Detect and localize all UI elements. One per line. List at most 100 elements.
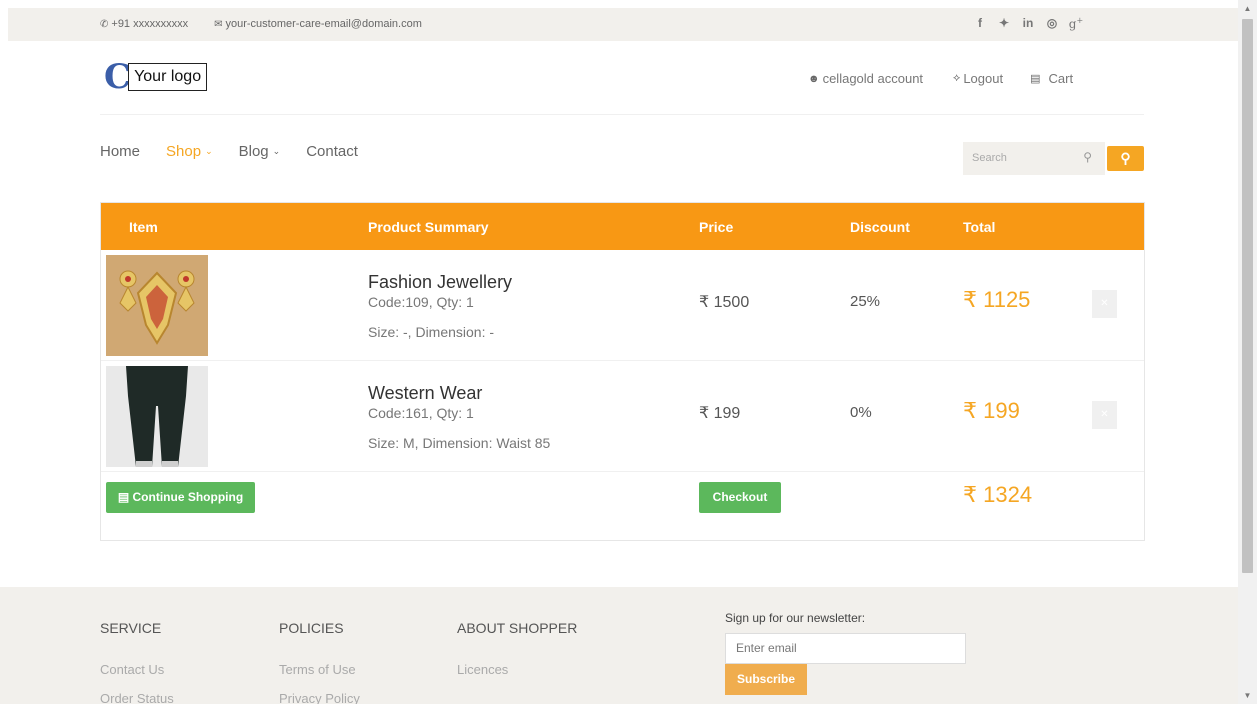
- main-nav: Home Shop ⌄ Blog ⌄ Contact: [100, 143, 384, 160]
- cart-icon: ▤: [1030, 73, 1041, 85]
- product-total: ₹ 1125: [963, 287, 1031, 312]
- product-total: ₹ 199: [963, 398, 1020, 423]
- phone-icon: ✆: [100, 19, 109, 30]
- contact-info: ✆ +91 xxxxxxxxxx ✉ your-customer-care-emai…: [100, 18, 422, 30]
- footer-link[interactable]: Privacy Policy: [279, 691, 360, 704]
- footer-column-service: SERVICE Contact Us Order Status: [100, 620, 174, 704]
- product-code: Code:109, Qty: 1: [368, 294, 474, 310]
- product-discount: 0%: [850, 404, 872, 421]
- product-name[interactable]: Fashion Jewellery: [368, 272, 512, 293]
- newsletter: Sign up for our newsletter: Enter email …: [725, 611, 966, 695]
- checkout-button[interactable]: Checkout: [699, 482, 781, 513]
- cart-footer: ▤ Continue Shopping Checkout ₹ 1324: [101, 473, 1144, 540]
- scroll-down-icon[interactable]: ▼: [1238, 687, 1257, 704]
- nav-item-contact[interactable]: Contact: [306, 143, 358, 160]
- cart-header: Item Product Summary Price Discount Tota…: [101, 203, 1144, 250]
- email-placeholder: Enter email: [736, 641, 797, 655]
- twitter-icon[interactable]: ✦: [992, 16, 1016, 31]
- cart-link[interactable]: ▤ Cart: [1030, 71, 1073, 86]
- column-header-discount: Discount: [850, 219, 910, 235]
- phone-info: ✆ +91 xxxxxxxxxx: [100, 18, 188, 30]
- continue-shopping-label: Continue Shopping: [132, 490, 244, 504]
- envelope-icon: ✉: [214, 19, 223, 30]
- footer-heading: ABOUT SHOPPER: [457, 620, 578, 636]
- page-scrollbar[interactable]: ▲ ▼: [1238, 0, 1257, 704]
- newsletter-label: Sign up for our newsletter:: [725, 611, 866, 625]
- logout-link[interactable]: ⟡ Logout: [953, 71, 1003, 86]
- account-link[interactable]: ☻ cellagold account: [808, 71, 923, 86]
- search-button[interactable]: ⚲: [1107, 146, 1144, 171]
- social-links: f ✦ in ◎ g+: [968, 16, 1088, 31]
- footer-column-policies: POLICIES Terms of Use Privacy Policy: [279, 620, 360, 704]
- search-placeholder: Search: [972, 152, 1007, 164]
- remove-item-button[interactable]: ✕: [1092, 290, 1117, 318]
- logout-label: Logout: [963, 71, 1004, 86]
- logo-text: Your logo: [128, 63, 208, 91]
- cart-table: Item Product Summary Price Discount Tota…: [100, 202, 1145, 541]
- nav-label: Blog: [238, 143, 269, 160]
- chevron-down-icon: ⌄: [272, 146, 281, 156]
- product-price: ₹ 199: [699, 405, 741, 422]
- search-icon: ⚲: [1083, 150, 1092, 164]
- close-icon: ✕: [1100, 409, 1109, 420]
- footer-link[interactable]: Order Status: [100, 691, 174, 704]
- user-icon: ☻: [808, 72, 820, 85]
- top-bar: ✆ +91 xxxxxxxxxx ✉ your-customer-care-emai…: [8, 8, 1238, 41]
- scroll-up-icon[interactable]: ▲: [1238, 0, 1257, 17]
- footer-link[interactable]: Licences: [457, 662, 508, 677]
- logout-icon: ⟡: [953, 72, 961, 84]
- subscribe-button[interactable]: Subscribe: [725, 664, 807, 695]
- logo-mark: C: [104, 57, 132, 97]
- header-divider: [100, 114, 1144, 115]
- continue-shopping-button[interactable]: ▤ Continue Shopping: [106, 482, 255, 513]
- checkout-label: Checkout: [712, 490, 768, 504]
- email-info: ✉ your-customer-care-email@domain.com: [214, 18, 422, 30]
- product-size: Size: M, Dimension: Waist 85: [368, 435, 551, 451]
- nav-label: Home: [100, 143, 141, 160]
- product-image[interactable]: [106, 366, 208, 467]
- product-size: Size: -, Dimension: -: [368, 324, 495, 340]
- account-label: cellagold account: [822, 71, 924, 86]
- close-icon: ✕: [1100, 298, 1109, 309]
- phone-text: +91 xxxxxxxxxx: [111, 18, 189, 30]
- nav-item-shop[interactable]: Shop ⌄: [166, 143, 213, 160]
- search-input[interactable]: Search ⚲: [963, 142, 1105, 175]
- logo[interactable]: C Your logo: [104, 57, 208, 97]
- footer-heading: POLICIES: [279, 620, 344, 636]
- nav-item-blog[interactable]: Blog ⌄: [239, 143, 281, 160]
- scrollbar-thumb[interactable]: [1242, 19, 1253, 573]
- search-icon: ⚲: [1120, 150, 1131, 166]
- column-header-total: Total: [963, 219, 996, 235]
- footer-column-about: ABOUT SHOPPER Licences: [457, 620, 578, 677]
- product-name[interactable]: Western Wear: [368, 383, 482, 404]
- nav-item-home[interactable]: Home: [100, 143, 140, 160]
- chevron-down-icon: ⌄: [205, 146, 213, 156]
- email-text[interactable]: your-customer-care-email@domain.com: [226, 18, 422, 30]
- column-header-price: Price: [699, 219, 734, 235]
- remove-item-button[interactable]: ✕: [1092, 401, 1117, 429]
- footer-heading: SERVICE: [100, 620, 162, 636]
- footer-link[interactable]: Contact Us: [100, 662, 164, 677]
- table-row: Western Wear Code:161, Qty: 1 Size: M, D…: [101, 361, 1144, 472]
- product-discount: 25%: [850, 293, 881, 310]
- nav-label: Shop: [166, 143, 202, 160]
- column-header-summary: Product Summary: [368, 219, 489, 235]
- product-image[interactable]: [106, 255, 208, 356]
- dribbble-icon[interactable]: ◎: [1040, 16, 1064, 31]
- facebook-icon[interactable]: f: [968, 16, 992, 31]
- table-row: Fashion Jewellery Code:109, Qty: 1 Size:…: [101, 250, 1144, 361]
- nav-label: Contact: [306, 143, 358, 160]
- google-plus-icon[interactable]: g+: [1064, 16, 1088, 31]
- product-price: ₹ 1500: [699, 294, 750, 311]
- account-links: ☻ cellagold account ⟡ Logout ▤ Cart: [808, 71, 1073, 86]
- linkedin-icon[interactable]: in: [1016, 16, 1040, 31]
- site-footer: SERVICE Contact Us Order Status POLICIES…: [0, 587, 1238, 704]
- cart-icon: ▤: [117, 490, 130, 504]
- footer-link[interactable]: Terms of Use: [279, 662, 356, 677]
- subscribe-label: Subscribe: [736, 672, 796, 686]
- column-header-item: Item: [129, 219, 158, 235]
- grand-total: ₹ 1324: [963, 482, 1033, 507]
- product-code: Code:161, Qty: 1: [368, 405, 474, 421]
- email-field[interactable]: Enter email: [725, 633, 966, 664]
- cart-label: Cart: [1048, 71, 1074, 86]
